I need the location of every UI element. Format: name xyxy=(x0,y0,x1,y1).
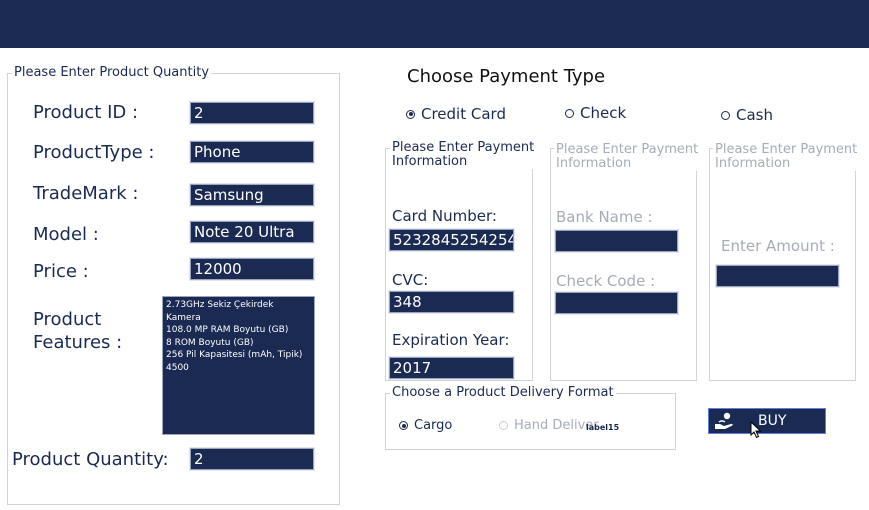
payment-type-title: Choose Payment Type xyxy=(407,66,606,87)
product-quantity-group-title: Please Enter Product Quantity xyxy=(12,65,212,80)
expiration-year-field[interactable]: 2017 xyxy=(389,357,514,379)
stray-label: label15 xyxy=(586,423,620,432)
credit-card-group-title: Please Enter Payment Information xyxy=(390,140,537,169)
trademark-label: TradeMark : xyxy=(33,183,139,204)
expiration-year-label: Expiration Year: xyxy=(392,331,510,349)
check-code-field[interactable] xyxy=(555,292,678,314)
radio-unchecked-icon xyxy=(565,108,574,118)
model-label: Model : xyxy=(33,224,99,245)
check-group-title: Please Enter Payment Information xyxy=(554,142,701,171)
radio-credit-card-label: Credit Card xyxy=(421,105,506,123)
radio-check[interactable]: Check xyxy=(565,104,626,122)
enter-amount-field[interactable] xyxy=(716,265,839,287)
radio-checked-icon xyxy=(399,421,408,430)
radio-cargo[interactable]: Cargo xyxy=(399,418,452,433)
product-type-field[interactable]: Phone xyxy=(190,141,314,163)
product-quantity-label: Product Quantity: xyxy=(12,449,169,470)
price-label: Price : xyxy=(33,261,89,282)
radio-credit-card[interactable]: Credit Card xyxy=(406,105,506,123)
radio-unchecked-icon xyxy=(499,421,508,430)
pointer-cursor-icon xyxy=(750,420,762,439)
buy-button-label: BUY xyxy=(758,413,787,429)
card-number-field[interactable]: 5232845254254 xyxy=(389,229,514,251)
radio-checked-icon xyxy=(406,109,415,119)
radio-hand-deliver[interactable]: Hand Deliver xyxy=(499,418,599,433)
product-type-label: ProductType : xyxy=(33,142,155,163)
check-group xyxy=(550,148,697,381)
product-id-field[interactable]: 2 xyxy=(190,102,314,124)
buy-button[interactable]: BUY xyxy=(708,408,826,434)
product-features-textarea[interactable]: 2.73GHz Sekiz Çekirdek Kamera 108.0 MP R… xyxy=(162,296,315,435)
radio-cargo-label: Cargo xyxy=(414,418,453,433)
radio-cash[interactable]: Cash xyxy=(721,106,773,124)
trademark-field[interactable]: Samsung xyxy=(190,184,314,206)
radio-cash-label: Cash xyxy=(736,106,773,124)
product-quantity-group xyxy=(7,73,340,505)
radio-unchecked-icon xyxy=(721,110,730,120)
enter-amount-label: Enter Amount : xyxy=(721,237,835,255)
hand-money-icon xyxy=(713,411,737,431)
price-field[interactable]: 12000 xyxy=(190,258,314,280)
bank-name-label: Bank Name : xyxy=(556,208,653,226)
delivery-format-group-title: Choose a Product Delivery Format xyxy=(390,385,616,400)
title-bar xyxy=(0,0,869,48)
product-quantity-field[interactable]: 2 xyxy=(190,448,314,470)
cvc-label: CVC: xyxy=(392,271,429,289)
radio-check-label: Check xyxy=(580,104,627,122)
product-id-label: Product ID : xyxy=(33,102,139,123)
check-code-label: Check Code : xyxy=(556,272,656,290)
product-features-label: Product Features : xyxy=(33,309,123,353)
bank-name-field[interactable] xyxy=(555,230,678,252)
model-field[interactable]: Note 20 Ultra xyxy=(190,221,314,243)
cvc-field[interactable]: 348 xyxy=(389,291,514,313)
card-number-label: Card Number: xyxy=(392,207,497,225)
cash-group-title: Please Enter Payment Information xyxy=(713,142,860,171)
